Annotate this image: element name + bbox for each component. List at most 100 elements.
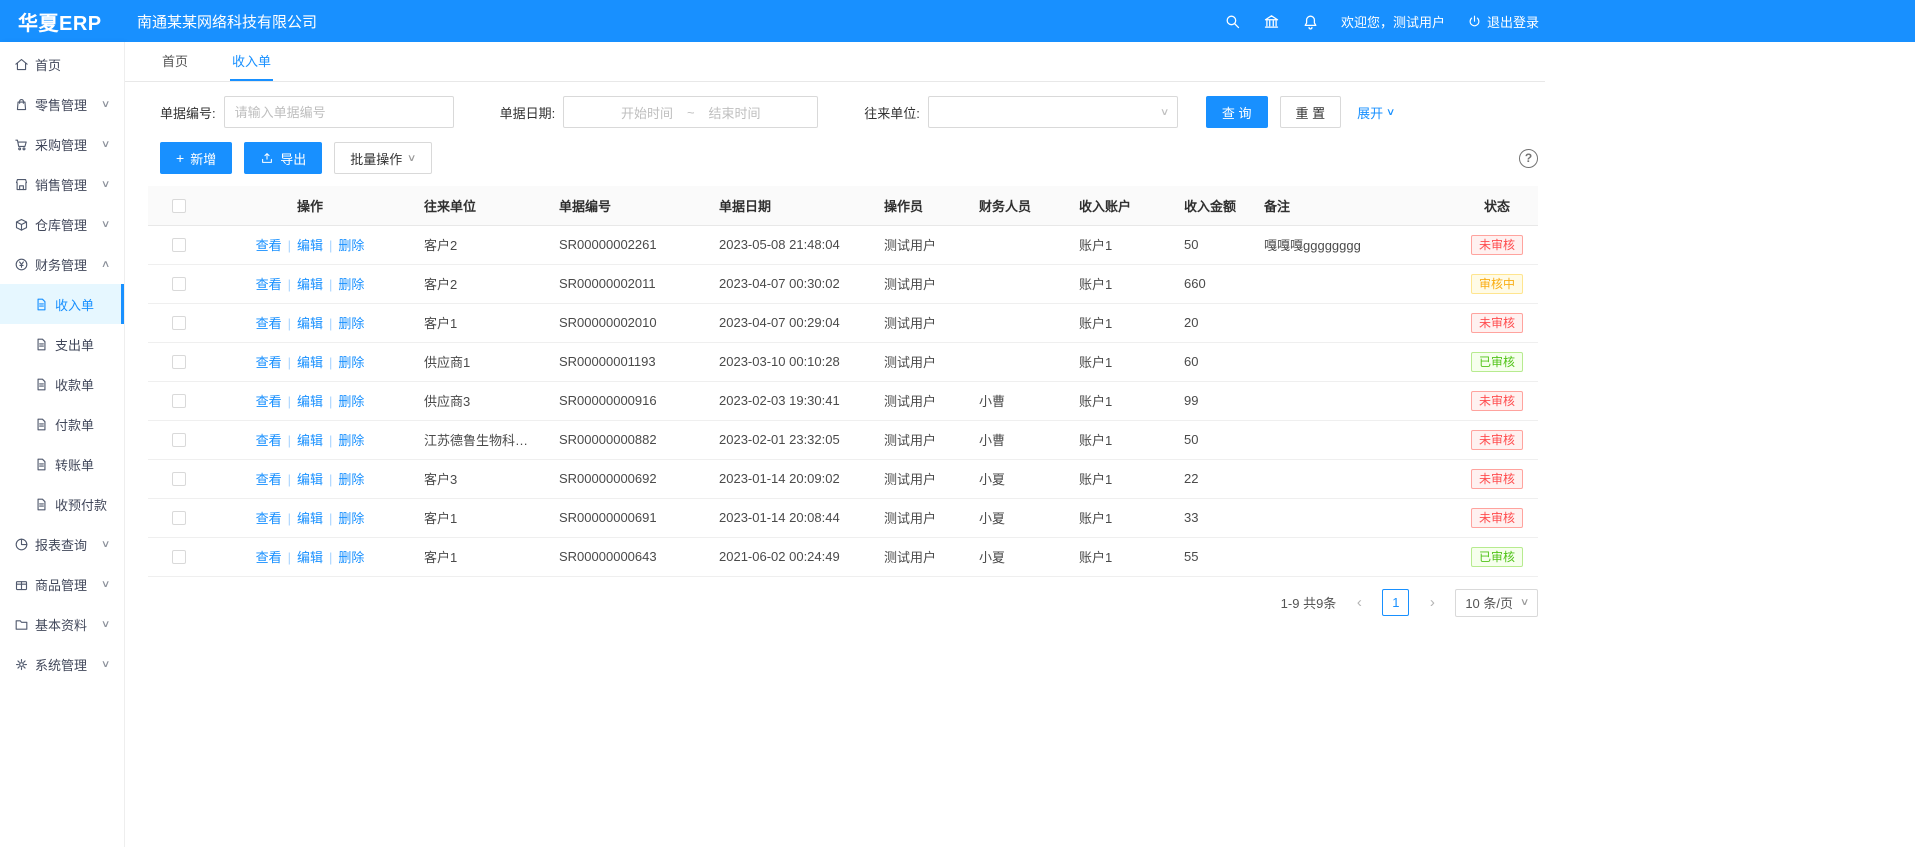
sidebar-item-3[interactable]: 销售管理∨ <box>0 164 124 204</box>
batch-actions-button[interactable]: 批量操作 ∨ <box>334 142 431 174</box>
finance-icon <box>14 257 29 272</box>
remark-cell <box>1250 342 1456 381</box>
logout-button[interactable]: 退出登录 <box>1467 12 1539 31</box>
delete-link[interactable]: 删除 <box>338 316 364 331</box>
row-checkbox[interactable] <box>172 394 186 408</box>
page-number-1[interactable]: 1 <box>1382 589 1409 616</box>
actions-cell: 查看|编辑|删除 <box>210 381 410 420</box>
view-link[interactable]: 查看 <box>256 394 282 409</box>
reset-button[interactable]: 重 置 <box>1280 96 1342 128</box>
edit-link[interactable]: 编辑 <box>297 433 323 448</box>
delete-link[interactable]: 删除 <box>338 238 364 253</box>
sidebar-subitem-5-2[interactable]: 收款单 <box>0 364 124 404</box>
sidebar-subitem-5-5[interactable]: 收预付款 <box>0 484 124 524</box>
sidebar-subitem-5-4[interactable]: 转账单 <box>0 444 124 484</box>
edit-link[interactable]: 编辑 <box>297 355 323 370</box>
date-range-picker[interactable]: 开始时间 ~ 结束时间 <box>563 96 818 128</box>
view-link[interactable]: 查看 <box>256 316 282 331</box>
edit-link[interactable]: 编辑 <box>297 238 323 253</box>
bill-no-cell: SR00000000882 <box>545 420 705 459</box>
edit-link[interactable]: 编辑 <box>297 316 323 331</box>
edit-link[interactable]: 编辑 <box>297 550 323 565</box>
col-header-operator: 操作员 <box>870 186 965 225</box>
operator-cell: 测试用户 <box>870 303 965 342</box>
table-row: 查看|编辑|删除客户1SR000000006432021-06-02 00:24… <box>148 537 1538 576</box>
sidebar-item-label: 报表查询 <box>35 535 87 554</box>
view-link[interactable]: 查看 <box>256 472 282 487</box>
sidebar-subitem-5-3[interactable]: 付款单 <box>0 404 124 444</box>
edit-link[interactable]: 编辑 <box>297 277 323 292</box>
view-link[interactable]: 查看 <box>256 238 282 253</box>
tab-home[interactable]: 首页 <box>160 42 190 81</box>
next-page-button[interactable]: › <box>1419 590 1445 616</box>
view-link[interactable]: 查看 <box>256 277 282 292</box>
expand-link[interactable]: 展开 ∨ <box>1357 103 1394 122</box>
bell-icon[interactable] <box>1302 13 1319 30</box>
sidebar-item-2[interactable]: 采购管理∨ <box>0 124 124 164</box>
view-link[interactable]: 查看 <box>256 355 282 370</box>
delete-link[interactable]: 删除 <box>338 511 364 526</box>
sidebar-subitem-5-1[interactable]: 支出单 <box>0 324 124 364</box>
sidebar-item-8[interactable]: 基本资料∨ <box>0 604 124 644</box>
chevron-down-icon: ∨ <box>1159 107 1169 118</box>
view-link[interactable]: 查看 <box>256 511 282 526</box>
sidebar-item-5[interactable]: 财务管理∧ <box>0 244 124 284</box>
row-checkbox[interactable] <box>172 277 186 291</box>
delete-link[interactable]: 删除 <box>338 433 364 448</box>
link-separator: | <box>288 550 291 565</box>
delete-link[interactable]: 删除 <box>338 277 364 292</box>
help-icon[interactable]: ? <box>1519 149 1538 168</box>
col-header-amount: 收入金额 <box>1170 186 1250 225</box>
row-checkbox[interactable] <box>172 472 186 486</box>
sidebar-item-7[interactable]: 商品管理∨ <box>0 564 124 604</box>
bill-no-input[interactable] <box>224 96 454 128</box>
row-checkbox[interactable] <box>172 316 186 330</box>
row-checkbox[interactable] <box>172 550 186 564</box>
purchase-icon <box>14 137 29 152</box>
col-header-bill-no: 单据编号 <box>545 186 705 225</box>
search-icon[interactable] <box>1224 13 1241 30</box>
table-row: 查看|编辑|删除客户2SR000000020112023-04-07 00:30… <box>148 264 1538 303</box>
delete-link[interactable]: 删除 <box>338 355 364 370</box>
finance-cell: 小曹 <box>965 420 1065 459</box>
sidebar-item-9[interactable]: 系统管理∨ <box>0 644 124 684</box>
bill-no-cell: SR00000000643 <box>545 537 705 576</box>
doc-icon <box>34 417 49 432</box>
row-checkbox[interactable] <box>172 355 186 369</box>
select-all-checkbox[interactable] <box>172 199 186 213</box>
tab-income-receipt[interactable]: 收入单 <box>230 42 273 81</box>
sidebar-item-4[interactable]: 仓库管理∨ <box>0 204 124 244</box>
page-size-select[interactable]: 10 条/页 ∨ <box>1455 589 1538 617</box>
edit-link[interactable]: 编辑 <box>297 394 323 409</box>
tab-bar: 首页 收入单 <box>125 42 1545 82</box>
edit-link[interactable]: 编辑 <box>297 511 323 526</box>
chevron-down-icon: ∨ <box>101 219 111 230</box>
view-link[interactable]: 查看 <box>256 550 282 565</box>
sidebar-item-1[interactable]: 零售管理∨ <box>0 84 124 124</box>
row-checkbox[interactable] <box>172 238 186 252</box>
sidebar-item-0[interactable]: 首页 <box>0 44 124 84</box>
bank-icon[interactable] <box>1263 13 1280 30</box>
add-button[interactable]: + 新增 <box>160 142 232 174</box>
sidebar-item-6[interactable]: 报表查询∨ <box>0 524 124 564</box>
actions-cell: 查看|编辑|删除 <box>210 264 410 303</box>
topbar: 华夏ERP 南通某某网络科技有限公司 欢迎您，测试用户 退出登录 <box>0 0 1915 42</box>
view-link[interactable]: 查看 <box>256 433 282 448</box>
main-area: 首页 收入单 单据编号: 单据日期: 开始时间 ~ 结束时间 往来单位: ∨ <box>125 42 1545 847</box>
sidebar-subitem-5-0[interactable]: 收入单 <box>0 284 124 324</box>
sidebar-subitem-label: 付款单 <box>55 415 94 434</box>
col-header-unit: 往来单位 <box>410 186 545 225</box>
search-button[interactable]: 查 询 <box>1206 96 1268 128</box>
prev-page-button[interactable]: ‹ <box>1346 590 1372 616</box>
edit-link[interactable]: 编辑 <box>297 472 323 487</box>
export-button[interactable]: 导出 <box>244 142 322 174</box>
operator-cell: 测试用户 <box>870 420 965 459</box>
delete-link[interactable]: 删除 <box>338 550 364 565</box>
row-checkbox[interactable] <box>172 433 186 447</box>
delete-link[interactable]: 删除 <box>338 472 364 487</box>
unit-select[interactable]: ∨ <box>928 96 1178 128</box>
delete-link[interactable]: 删除 <box>338 394 364 409</box>
row-checkbox[interactable] <box>172 511 186 525</box>
table-row: 查看|编辑|删除供应商3SR000000009162023-02-03 19:3… <box>148 381 1538 420</box>
bill-no-cell: SR00000002261 <box>545 225 705 264</box>
